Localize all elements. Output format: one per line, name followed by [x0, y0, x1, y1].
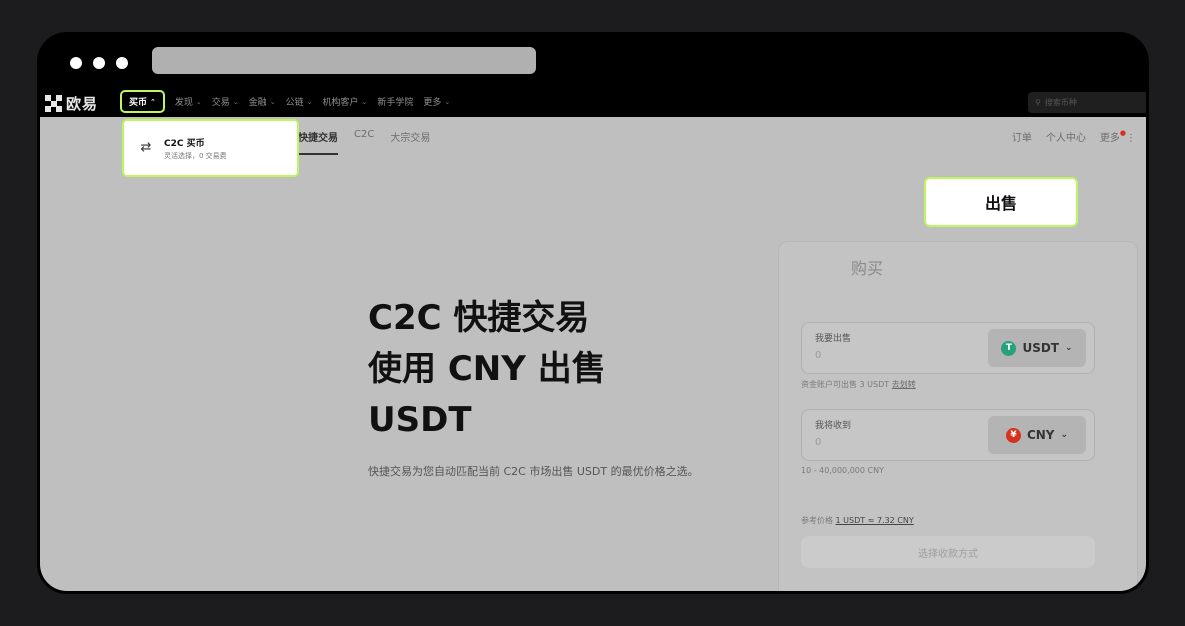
available-balance: 资金账户可出售 3 USDT 去划转 — [801, 379, 916, 390]
buy-crypto-dropdown[interactable]: ⇄ C2C 买币 灵活选择，0 交易费 — [122, 119, 299, 177]
chevron-down-icon: ⌄ — [444, 97, 451, 106]
nav-item-discover[interactable]: 发现 ⌄ — [174, 95, 202, 109]
trade-panel: 购买 我要出售 0 T USDT ⌄ 资金账户可出售 3 USDT 去划转 我将… — [778, 241, 1138, 591]
window-dot-minimize[interactable] — [93, 57, 105, 69]
window-controls — [70, 57, 128, 69]
hero-description: 快捷交易为您自动匹配当前 C2C 市场出售 USDT 的最优价格之选。 — [368, 465, 699, 478]
c2c-swap-icon: ⇄ — [140, 140, 152, 155]
available-text: 资金账户可出售 3 USDT — [801, 380, 890, 389]
nav-item-label: 更多 — [423, 98, 442, 108]
nav-menu: 买币 ⌃ 发现 ⌄ 交易 ⌄ 金融 ⌄ 公链 ⌄ 机构客户 ⌄ 新手学院 更多 … — [120, 90, 450, 113]
top-navbar: 欧易 买币 ⌃ 发现 ⌄ 交易 ⌄ 金融 ⌄ 公链 ⌄ 机构客户 ⌄ 新手学院 … — [40, 87, 1146, 117]
trade-type-tabs: 快捷交易 C2C 大宗交易 — [298, 129, 430, 155]
sell-amount-input[interactable]: 0 — [815, 350, 821, 361]
receive-amount-input[interactable]: 0 — [815, 437, 821, 448]
nav-item-label: 公链 — [285, 98, 304, 108]
ref-value[interactable]: 1 USDT ≈ 7.32 CNY — [836, 516, 914, 525]
search-placeholder: 搜索币种 — [1044, 98, 1077, 107]
chevron-down-icon: ⌄ — [232, 97, 239, 106]
receive-coin-label: CNY — [1026, 428, 1055, 442]
logo-icon — [45, 95, 62, 112]
nav-item-label: 金融 — [248, 98, 267, 108]
nav-item-chain[interactable]: 公链 ⌄ — [285, 95, 313, 109]
search-icon: ⚲ — [1035, 98, 1041, 107]
nav-item-more[interactable]: 更多 ⌄ — [423, 95, 451, 109]
tab-buy[interactable]: 购买 — [779, 242, 955, 292]
nav-item-label: 交易 — [211, 98, 230, 108]
amount-range: 10 - 40,000,000 CNY — [801, 466, 884, 475]
more-link[interactable]: 更多●⋮ — [1100, 129, 1136, 144]
dropdown-item-subtitle: 灵活选择，0 交易费 — [164, 151, 227, 160]
nav-item-label: 买币 — [129, 98, 148, 108]
tab-express-trade[interactable]: 快捷交易 — [298, 129, 338, 155]
hero-title-line3: USDT — [368, 400, 472, 440]
hero-title-line1: C2C 快捷交易 — [368, 298, 590, 338]
window-dot-close[interactable] — [70, 57, 82, 69]
nav-item-finance[interactable]: 金融 ⌄ — [248, 95, 276, 109]
tab-c2c[interactable]: C2C — [354, 129, 374, 155]
reference-price: 参考价格 1 USDT ≈ 7.32 CNY — [801, 515, 914, 526]
subnav-right-links: 订单 个人中心 更多●⋮ — [1012, 129, 1136, 144]
receive-label: 我将收到 — [815, 421, 852, 431]
chevron-down-icon: ⌄ — [1065, 343, 1073, 353]
receive-amount-field[interactable]: 我将收到 0 ¥ CNY ⌄ — [801, 409, 1095, 461]
more-link-label: 更多 — [1099, 133, 1120, 144]
cny-icon: ¥ — [1005, 427, 1021, 443]
chevron-down-icon: ⌄ — [195, 97, 202, 106]
nav-item-label: 新手学院 — [377, 98, 414, 108]
profile-link[interactable]: 个人中心 — [1046, 129, 1086, 144]
chevron-down-icon: ⌄ — [306, 97, 313, 106]
transfer-link[interactable]: 去划转 — [892, 380, 916, 389]
sell-label: 我要出售 — [815, 334, 852, 344]
chevron-up-icon: ⌃ — [150, 97, 156, 106]
search-input[interactable]: ⚲ 搜索币种 — [1028, 92, 1146, 113]
notification-dot-icon: ● — [1119, 129, 1126, 137]
sell-coin-label: USDT — [1022, 341, 1059, 355]
ref-label: 参考价格 — [801, 516, 833, 525]
logo-text: 欧易 — [66, 95, 99, 113]
nav-item-label: 机构客户 — [322, 98, 359, 108]
chevron-down-icon: ⌄ — [1060, 430, 1069, 440]
select-payment-button[interactable]: 选择收款方式 — [801, 536, 1095, 568]
sell-amount-field[interactable]: 我要出售 0 T USDT ⌄ — [801, 322, 1095, 374]
address-bar[interactable] — [152, 47, 536, 74]
dropdown-item-title: C2C 买币 — [164, 138, 205, 149]
hero-title-line2: 使用 CNY 出售 — [368, 349, 606, 389]
receive-coin-select[interactable]: ¥ CNY ⌄ — [988, 416, 1086, 454]
nav-item-academy[interactable]: 新手学院 — [377, 95, 413, 108]
sell-coin-select[interactable]: T USDT ⌄ — [988, 329, 1086, 367]
nav-item-institutional[interactable]: 机构客户 ⌄ — [322, 95, 368, 109]
nav-item-buy-crypto[interactable]: 买币 ⌃ — [120, 90, 165, 113]
okx-logo[interactable]: 欧易 — [45, 93, 98, 114]
tab-sell[interactable]: 出售 — [924, 177, 1078, 227]
window-dot-maximize[interactable] — [116, 57, 128, 69]
nav-item-trade[interactable]: 交易 ⌄ — [211, 95, 239, 109]
nav-item-label: 发现 — [174, 98, 193, 108]
usdt-icon: T — [1001, 340, 1017, 356]
tab-block-trade[interactable]: 大宗交易 — [390, 129, 430, 155]
orders-link[interactable]: 订单 — [1012, 129, 1032, 144]
chevron-down-icon: ⌄ — [361, 97, 368, 106]
hero-section: C2C 快捷交易 使用 CNY 出售 USDT 快捷交易为您自动匹配当前 C2C… — [368, 293, 708, 480]
browser-window: 欧易 买币 ⌃ 发现 ⌄ 交易 ⌄ 金融 ⌄ 公链 ⌄ 机构客户 ⌄ 新手学院 … — [37, 32, 1149, 594]
chevron-down-icon: ⌄ — [269, 97, 276, 106]
